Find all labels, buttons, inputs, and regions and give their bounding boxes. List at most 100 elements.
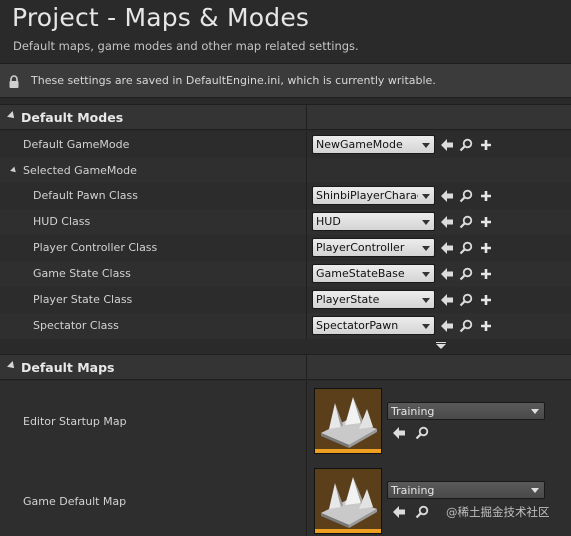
row-game-default-map: Game Default Map Training <box>0 461 571 536</box>
expander-bar <box>436 342 446 343</box>
row-editor-startup-map: Editor Startup Map Training <box>0 381 571 461</box>
dropdown-value: PlayerController <box>316 241 405 254</box>
property-label: Default GameMode <box>23 138 130 151</box>
category-default-modes[interactable]: Default Modes <box>0 104 571 130</box>
category-default-maps[interactable]: Default Maps <box>0 354 571 380</box>
chevron-down-icon <box>422 298 430 303</box>
arrow-left-icon[interactable] <box>440 293 454 307</box>
dropdown-value: NewGameMode <box>316 138 403 151</box>
column-divider <box>306 183 307 209</box>
collapse-triangle-icon[interactable] <box>7 361 17 371</box>
dropdown-value: GameStateBase <box>316 267 405 280</box>
game-default-map-dropdown[interactable]: Training <box>387 481 545 499</box>
row-player-state-class: Player State Class PlayerState <box>0 287 571 313</box>
player-controller-class-dropdown[interactable]: PlayerController <box>312 238 435 257</box>
search-icon[interactable] <box>459 319 473 333</box>
plus-icon[interactable] <box>479 319 493 333</box>
row-player-controller-class: Player Controller Class PlayerController <box>0 235 571 261</box>
spectator-class-dropdown[interactable]: SpectatorPawn <box>312 316 435 335</box>
chevron-down-icon <box>422 324 430 329</box>
arrow-left-icon[interactable] <box>440 189 454 203</box>
chevron-down-icon <box>531 409 539 414</box>
category-label: Default Maps <box>21 360 115 375</box>
plus-icon[interactable] <box>479 241 493 255</box>
plus-icon[interactable] <box>479 267 493 281</box>
map-thumbnail[interactable] <box>314 388 382 454</box>
column-divider <box>306 132 307 158</box>
chevron-down-icon <box>422 220 430 225</box>
advanced-expander[interactable] <box>0 340 571 353</box>
property-label: Player State Class <box>33 293 133 306</box>
row-hud-class: HUD Class HUD <box>0 209 571 235</box>
row-default-gamemode: Default GameMode NewGameMode <box>0 132 571 158</box>
search-icon[interactable] <box>459 293 473 307</box>
column-divider <box>306 261 307 287</box>
column-divider[interactable] <box>306 355 307 379</box>
chevron-down-icon[interactable] <box>436 344 446 349</box>
search-icon[interactable] <box>415 505 429 519</box>
search-icon[interactable] <box>459 189 473 203</box>
arrow-left-icon[interactable] <box>440 241 454 255</box>
chevron-down-icon <box>422 272 430 277</box>
dropdown-value: SpectatorPawn <box>316 319 399 332</box>
dropdown-value: PlayerState <box>316 293 380 306</box>
search-icon[interactable] <box>459 138 473 152</box>
row-default-pawn-class: Default Pawn Class ShinbiPlayerCharacte <box>0 183 571 209</box>
game-state-class-dropdown[interactable]: GameStateBase <box>312 264 435 283</box>
thumbnail-accent-bar <box>315 449 381 453</box>
column-divider <box>306 381 307 461</box>
row-game-state-class: Game State Class GameStateBase <box>0 261 571 287</box>
page-header: Project - Maps & Modes Default maps, gam… <box>0 0 571 62</box>
search-icon[interactable] <box>459 241 473 255</box>
column-divider[interactable] <box>306 105 307 129</box>
plus-icon[interactable] <box>479 189 493 203</box>
column-divider <box>306 287 307 313</box>
arrow-left-icon[interactable] <box>440 138 454 152</box>
chevron-down-icon <box>531 488 539 493</box>
plus-icon[interactable] <box>479 293 493 307</box>
plus-icon[interactable] <box>479 215 493 229</box>
config-notice-bar: These settings are saved in DefaultEngin… <box>0 63 571 98</box>
property-label: Spectator Class <box>33 319 119 332</box>
row-spectator-class: Spectator Class SpectatorPawn <box>0 313 571 339</box>
watermark: @稀土掘金技术社区 <box>446 505 550 519</box>
column-divider <box>306 313 307 339</box>
hud-class-dropdown[interactable]: HUD <box>312 212 435 231</box>
property-label: Default Pawn Class <box>33 189 138 202</box>
chevron-down-icon <box>422 194 430 199</box>
player-state-class-dropdown[interactable]: PlayerState <box>312 290 435 309</box>
dropdown-value: Training <box>391 405 435 418</box>
default-pawn-class-dropdown[interactable]: ShinbiPlayerCharacte <box>312 186 435 205</box>
lock-icon <box>8 74 20 88</box>
search-icon[interactable] <box>415 426 429 440</box>
arrow-left-icon[interactable] <box>440 319 454 333</box>
column-divider <box>306 461 307 536</box>
column-divider <box>306 209 307 235</box>
arrow-left-icon[interactable] <box>392 426 406 440</box>
page-subtitle: Default maps, game modes and other map r… <box>13 39 359 53</box>
property-label: HUD Class <box>33 215 91 228</box>
property-label: Editor Startup Map <box>23 415 127 428</box>
editor-startup-map-dropdown[interactable]: Training <box>387 402 545 420</box>
collapse-triangle-icon[interactable] <box>7 111 17 121</box>
page-title: Project - Maps & Modes <box>12 3 310 32</box>
default-gamemode-dropdown[interactable]: NewGameMode <box>312 135 435 154</box>
category-label: Default Modes <box>21 110 124 125</box>
chevron-down-icon <box>422 143 430 148</box>
notice-text: These settings are saved in DefaultEngin… <box>31 74 436 87</box>
search-icon[interactable] <box>459 267 473 281</box>
property-label: Player Controller Class <box>33 241 158 254</box>
row-selected-gamemode[interactable]: Selected GameMode <box>0 158 571 184</box>
map-thumbnail[interactable] <box>314 468 382 534</box>
collapse-triangle-icon[interactable] <box>10 166 18 175</box>
column-divider <box>306 158 307 184</box>
search-icon[interactable] <box>459 215 473 229</box>
arrow-left-icon[interactable] <box>392 505 406 519</box>
arrow-left-icon[interactable] <box>440 267 454 281</box>
dropdown-value: Training <box>391 484 435 497</box>
property-label: Game Default Map <box>23 495 127 508</box>
arrow-left-icon[interactable] <box>440 215 454 229</box>
plus-icon[interactable] <box>479 138 493 152</box>
column-divider <box>306 235 307 261</box>
chevron-down-icon <box>422 246 430 251</box>
